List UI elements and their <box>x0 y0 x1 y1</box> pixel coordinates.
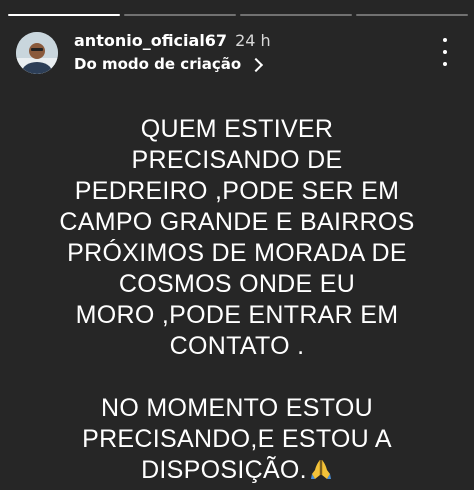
progress-segment <box>124 14 236 16</box>
story-line: NO MOMENTO ESTOU <box>101 394 373 422</box>
progress-segment <box>356 14 468 16</box>
story-line-last: DISPOSIÇÃO. <box>0 455 474 489</box>
chevron-right-icon <box>249 57 264 72</box>
story-header: antonio_oficial67 24 h Do modo de criação <box>14 28 464 76</box>
story-line: PRECISANDO DE <box>131 146 343 174</box>
story-text: QUEM ESTIVER PRECISANDO DE PEDREIRO ,POD… <box>0 114 474 489</box>
more-vertical-icon <box>443 50 447 54</box>
more-options-button[interactable] <box>440 38 450 66</box>
story-line: CAMPO GRANDE E BAIRROS <box>59 208 415 236</box>
post-time: 24 h <box>235 31 271 50</box>
avatar[interactable] <box>16 32 58 74</box>
story-progress-bar <box>8 14 468 16</box>
folded-hands-icon <box>309 457 333 489</box>
story-line-text: DISPOSIÇÃO. <box>141 456 307 484</box>
user-line: antonio_oficial67 24 h <box>74 31 271 50</box>
username[interactable]: antonio_oficial67 <box>74 31 227 50</box>
more-vertical-icon <box>443 38 447 42</box>
story-line: PEDREIRO ,PODE SER EM <box>74 177 400 205</box>
more-vertical-icon <box>443 62 447 66</box>
creation-mode-link[interactable]: Do modo de criação <box>74 55 264 73</box>
story-line: MORO ,PODE ENTRAR EM <box>75 301 399 329</box>
progress-segment <box>8 14 120 16</box>
story-line: COSMOS ONDE EU <box>118 270 356 298</box>
creation-mode-label: Do modo de criação <box>74 55 242 73</box>
story-line: CONTATO . <box>169 332 305 360</box>
profile-avatar-icon <box>16 32 58 74</box>
story-line: QUEM ESTIVER <box>140 115 334 143</box>
story-line: PRÓXIMOS DE MORADA DE <box>67 239 407 267</box>
story-line: PRECISANDO,E ESTOU A <box>82 425 392 453</box>
progress-segment <box>240 14 352 16</box>
